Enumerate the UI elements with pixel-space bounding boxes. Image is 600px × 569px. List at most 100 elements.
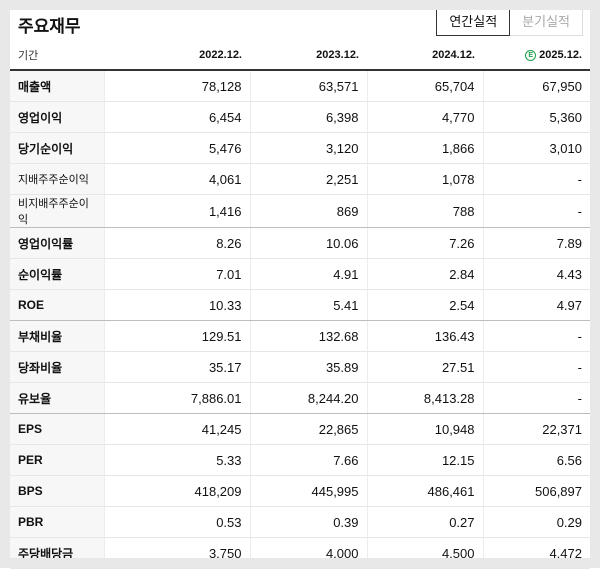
table-cell: - xyxy=(482,194,590,228)
row-label: PBR xyxy=(10,506,104,538)
row-label: EPS xyxy=(10,413,104,445)
table-cell: 35.89 xyxy=(249,351,367,383)
table-row: PER 5.33 7.66 12.15 6.56 xyxy=(10,444,590,476)
table-cell: 0.39 xyxy=(249,506,367,538)
table-row: ROE 10.33 5.41 2.54 4.97 xyxy=(10,289,590,321)
row-label: 영업이익 xyxy=(10,101,104,133)
period-header: 2023.12. xyxy=(250,40,367,71)
table-cell: 2.84 xyxy=(366,258,483,290)
table-cell: 10.06 xyxy=(249,227,367,259)
table-cell: 0.27 xyxy=(366,506,483,538)
table-cell: 3,120 xyxy=(249,132,367,164)
table-cell: 3,750 xyxy=(103,537,250,569)
table-cell: 78,128 xyxy=(103,70,250,102)
table-cell: 4.43 xyxy=(482,258,590,290)
table-cell: 1,078 xyxy=(366,163,483,195)
table-cell: 67,950 xyxy=(482,70,590,102)
table-cell: 4,770 xyxy=(366,101,483,133)
table-header-row: 기간 2022.12. 2023.12. 2024.12. E 2025.12. xyxy=(10,40,590,71)
table-cell: 129.51 xyxy=(103,320,250,352)
table-cell: 35.17 xyxy=(103,351,250,383)
table-cell: 4,500 xyxy=(366,537,483,569)
table-row: EPS 41,245 22,865 10,948 22,371 xyxy=(10,413,590,445)
table-row: 유보율 7,886.01 8,244.20 8,413.28- xyxy=(10,382,590,414)
estimate-circle-e-icon: E xyxy=(525,49,537,61)
table-cell: 0.53 xyxy=(103,506,250,538)
table-cell: 418,209 xyxy=(103,475,250,507)
period-header-label: 2025.12. xyxy=(539,48,582,61)
table-cell: 4,472 xyxy=(482,537,590,569)
row-label: PER xyxy=(10,444,104,476)
table-row: 부채비율 129.51 132.68 136.43- xyxy=(10,320,590,352)
table-row: 당기순이익 5,476 3,120 1,866 3,010 xyxy=(10,132,590,164)
table-cell: 8,413.28 xyxy=(366,382,483,414)
table-cell: 7.66 xyxy=(249,444,367,476)
table-cell: 6,398 xyxy=(249,101,367,133)
quarterly-button[interactable]: 분기실적 xyxy=(510,8,583,36)
table-cell: 5.33 xyxy=(103,444,250,476)
table-row: PBR 0.53 0.39 0.27 0.29 xyxy=(10,506,590,538)
financial-table: 기간 2022.12. 2023.12. 2024.12. E 2025.12. … xyxy=(10,40,590,569)
row-label: 부채비율 xyxy=(10,320,104,352)
table-cell: - xyxy=(482,382,590,414)
table-cell: 5,360 xyxy=(482,101,590,133)
table-row: 순이익률 7.01 4.91 2.84 4.43 xyxy=(10,258,590,290)
table-cell: 4,000 xyxy=(249,537,367,569)
row-label: 매출액 xyxy=(10,70,104,102)
row-label: 주당배당금 xyxy=(10,537,104,569)
table-cell: 4.91 xyxy=(249,258,367,290)
row-label: 비지배주주순이익 xyxy=(10,194,104,228)
table-cell: 2.54 xyxy=(366,289,483,321)
financial-header: 주요재무 연간실적 분기실적 xyxy=(10,8,590,38)
table-cell: 788 xyxy=(366,194,483,228)
row-label: 지배주주순이익 xyxy=(10,163,104,195)
row-label: ROE xyxy=(10,289,104,321)
table-cell: 445,995 xyxy=(249,475,367,507)
table-cell: 65,704 xyxy=(366,70,483,102)
table-cell: 7,886.01 xyxy=(103,382,250,414)
table-cell: 5.41 xyxy=(249,289,367,321)
table-row: 지배주주순이익 4,061 2,251 1,078- xyxy=(10,163,590,195)
table-cell: 4,061 xyxy=(103,163,250,195)
table-cell: 41,245 xyxy=(103,413,250,445)
annual-button[interactable]: 연간실적 xyxy=(436,8,511,36)
table-cell: - xyxy=(482,163,590,195)
row-label: 순이익률 xyxy=(10,258,104,290)
table-cell: 6,454 xyxy=(103,101,250,133)
table-cell: 132.68 xyxy=(249,320,367,352)
table-cell: 7.26 xyxy=(366,227,483,259)
table-cell: 10,948 xyxy=(366,413,483,445)
table-row: 매출액 78,128 63,571 65,704 67,950 xyxy=(10,70,590,102)
row-label: 유보율 xyxy=(10,382,104,414)
row-label: 당기순이익 xyxy=(10,132,104,164)
table-row: 당좌비율 35.17 35.89 27.51- xyxy=(10,351,590,383)
table-cell: 7.01 xyxy=(103,258,250,290)
row-label: BPS xyxy=(10,475,104,507)
table-cell: 136.43 xyxy=(366,320,483,352)
period-header: 2024.12. xyxy=(367,40,483,71)
table-cell: 2,251 xyxy=(249,163,367,195)
table-cell: 3,010 xyxy=(482,132,590,164)
table-cell: 27.51 xyxy=(366,351,483,383)
period-toggle: 연간실적 분기실적 xyxy=(436,8,583,36)
table-cell: 10.33 xyxy=(103,289,250,321)
table-cell: 869 xyxy=(249,194,367,228)
table-cell: 0.29 xyxy=(482,506,590,538)
table-row: 영업이익률 8.26 10.06 7.26 7.89 xyxy=(10,227,590,259)
table-cell: - xyxy=(482,320,590,352)
table-cell: 5,476 xyxy=(103,132,250,164)
table-cell: 1,866 xyxy=(366,132,483,164)
table-cell: 8.26 xyxy=(103,227,250,259)
section-title: 주요재무 xyxy=(18,17,81,36)
row-label: 당좌비율 xyxy=(10,351,104,383)
period-header: 2022.12. xyxy=(104,40,250,71)
table-cell: - xyxy=(482,351,590,383)
table-cell: 6.56 xyxy=(482,444,590,476)
table-row: 영업이익 6,454 6,398 4,770 5,360 xyxy=(10,101,590,133)
table-cell: 506,897 xyxy=(482,475,590,507)
table-row: 비지배주주순이익 1,416 869 788- xyxy=(10,194,590,228)
table-cell: 63,571 xyxy=(249,70,367,102)
table-cell: 8,244.20 xyxy=(249,382,367,414)
period-label-header: 기간 xyxy=(10,40,104,71)
table-row: BPS 418,209 445,995 486,461 506,897 xyxy=(10,475,590,507)
